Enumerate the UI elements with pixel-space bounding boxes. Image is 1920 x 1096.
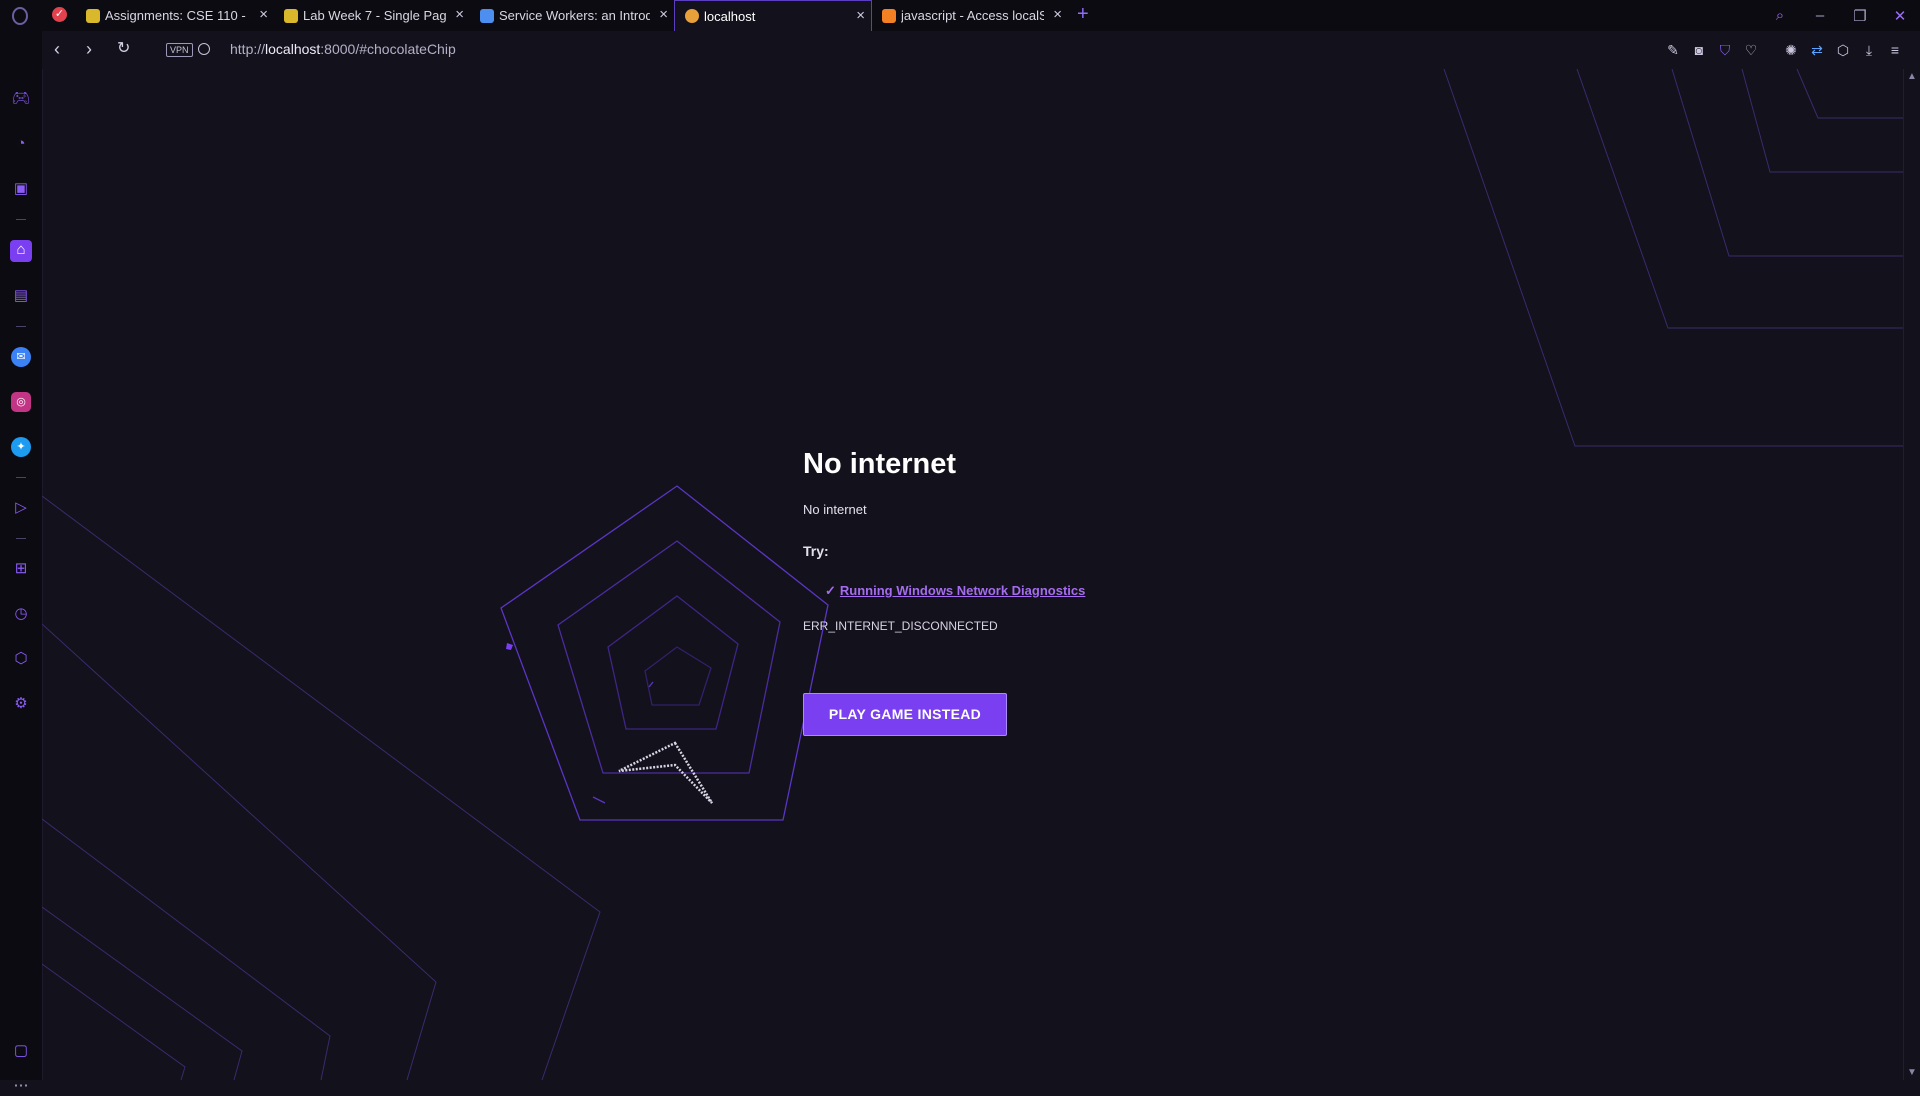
sidebar: 🎮︎ ◔ ▣ ⌂ ▤ ✉ ◎ ✦ ▷ ⊞ ◷ ⬡ ⚙ ▢ ⋯ bbox=[0, 31, 43, 1094]
tab-label: Service Workers: an Introdu bbox=[499, 8, 650, 23]
page-content: No internet No internet Try: ✓ Running Wi… bbox=[42, 69, 1904, 1080]
url-field[interactable]: http://localhost:8000/#chocolateChip bbox=[230, 41, 456, 57]
vpn-badge[interactable]: VPN bbox=[166, 43, 193, 57]
sidebar-divider bbox=[16, 219, 26, 220]
suggestion-link-label: Running Windows Network Diagnostics bbox=[839, 583, 1086, 598]
tab-service-workers[interactable]: Service Workers: an Introdu × bbox=[470, 0, 674, 31]
close-tab-icon[interactable]: × bbox=[259, 7, 268, 22]
background-decoration bbox=[42, 69, 1904, 1080]
gamepad-icon[interactable]: 🎮︎ bbox=[11, 89, 31, 109]
cookie-favicon-icon bbox=[685, 9, 699, 23]
close-tab-icon[interactable]: × bbox=[856, 8, 865, 23]
tab-search-icon[interactable]: ⌕ bbox=[1760, 7, 1800, 24]
check-mark-icon: ✓ bbox=[825, 583, 836, 598]
play-game-button[interactable]: PLAY GAME INSTEAD bbox=[803, 693, 1007, 736]
bookmark-heart-icon[interactable]: ♡ bbox=[1740, 39, 1762, 61]
tab-label: Assignments: CSE 110 - Sol bbox=[105, 8, 250, 23]
twitter-icon[interactable]: ✦ bbox=[11, 437, 31, 457]
snapshot-camera-icon[interactable]: ◙ bbox=[1688, 39, 1710, 61]
network-diagnostics-link[interactable]: ✓ Running Windows Network Diagnostics bbox=[825, 583, 1085, 599]
sidebar-divider bbox=[16, 538, 26, 539]
sidebar-divider bbox=[16, 326, 26, 327]
reload-icon[interactable]: ↻ bbox=[117, 40, 130, 58]
url-scheme: http:// bbox=[230, 41, 266, 57]
tab-label: Lab Week 7 - Single Page / bbox=[303, 8, 446, 23]
tab-bar: ✓ Assignments: CSE 110 - Sol × Lab Week … bbox=[0, 0, 1920, 32]
translate-icon[interactable]: ⇄ bbox=[1806, 39, 1828, 61]
extension-gear-icon[interactable]: ✺ bbox=[1780, 39, 1802, 61]
window-controls: ⌕ – ❐ ✕ bbox=[1760, 0, 1920, 31]
todoist-pinned-tab-icon[interactable]: ✓ bbox=[52, 7, 67, 22]
speedometer-icon[interactable]: ◔ bbox=[11, 134, 31, 154]
close-tab-icon[interactable]: × bbox=[455, 7, 464, 22]
error-subtitle: No internet bbox=[803, 502, 867, 517]
close-window-icon[interactable]: ✕ bbox=[1880, 7, 1920, 25]
stackoverflow-favicon-icon bbox=[882, 8, 896, 23]
share-icon[interactable]: ✎ bbox=[1662, 39, 1684, 61]
address-bar-actions: ✎ ◙ ⛉ ♡ ✺ ⇄ ⬡ ⤓ ≡ bbox=[1662, 39, 1906, 61]
error-code: ERR_INTERNET_DISCONNECTED bbox=[803, 619, 998, 633]
scroll-down-icon[interactable]: ▼ bbox=[1907, 1067, 1917, 1078]
more-options-icon[interactable]: ⋯ bbox=[11, 1076, 31, 1096]
close-tab-icon[interactable]: × bbox=[1053, 7, 1062, 22]
toolbar-spacer bbox=[1766, 39, 1776, 61]
tab-localhost[interactable]: localhost × bbox=[674, 0, 872, 31]
instagram-icon[interactable]: ◎ bbox=[11, 392, 31, 412]
forward-icon[interactable]: › bbox=[86, 40, 92, 58]
messenger-icon[interactable]: ✉ bbox=[11, 347, 31, 367]
canvas-favicon-icon bbox=[284, 8, 298, 23]
adblock-shield-icon[interactable]: ⛉ bbox=[1714, 39, 1736, 61]
site-info-globe-icon[interactable] bbox=[198, 43, 210, 55]
canvas-favicon-icon bbox=[86, 8, 100, 23]
restore-icon[interactable]: ❐ bbox=[1840, 7, 1880, 25]
downloads-icon[interactable]: ⤓ bbox=[1858, 39, 1880, 61]
workspaces-icon[interactable]: ⊞ bbox=[11, 559, 31, 579]
page-title: No internet bbox=[803, 448, 957, 480]
address-bar: ‹ › ↻ VPN http://localhost:8000/#chocola… bbox=[42, 31, 1920, 69]
settings-gear-icon[interactable]: ⚙ bbox=[11, 694, 31, 714]
extensions-cube-icon[interactable]: ⬡ bbox=[11, 649, 31, 669]
bag-icon[interactable]: ▣ bbox=[11, 179, 31, 199]
home-icon[interactable]: ⌂ bbox=[10, 240, 32, 262]
tab-lab-week-7[interactable]: Lab Week 7 - Single Page / × bbox=[274, 0, 470, 31]
briefcase-icon[interactable]: ▤ bbox=[11, 286, 31, 306]
sidebar-toggle-icon[interactable]: ▢ bbox=[11, 1041, 31, 1061]
page-scrollbar[interactable]: ▲ ▼ bbox=[1903, 69, 1920, 1080]
url-host: localhost bbox=[265, 41, 321, 57]
extensions-cube-icon[interactable]: ⬡ bbox=[1832, 39, 1854, 61]
back-icon[interactable]: ‹ bbox=[54, 40, 60, 58]
web-dev-favicon-icon bbox=[480, 8, 494, 23]
close-tab-icon[interactable]: × bbox=[659, 7, 668, 22]
player-icon[interactable]: ▷ bbox=[11, 498, 31, 518]
new-tab-plus-icon[interactable]: + bbox=[1077, 4, 1089, 24]
url-path: :8000/#chocolateChip bbox=[320, 41, 456, 57]
sidebar-divider bbox=[16, 477, 26, 478]
history-clock-icon[interactable]: ◷ bbox=[11, 604, 31, 624]
scroll-up-icon[interactable]: ▲ bbox=[1907, 71, 1917, 82]
try-heading: Try: bbox=[803, 543, 829, 559]
tab-label: localhost bbox=[704, 8, 756, 24]
offline-game-illustration bbox=[500, 485, 829, 821]
tab-javascript-localstorage[interactable]: javascript - Access localSto × bbox=[872, 0, 1068, 31]
opera-logo-icon[interactable] bbox=[12, 7, 28, 25]
easy-setup-menu-icon[interactable]: ≡ bbox=[1884, 39, 1906, 61]
minimize-icon[interactable]: – bbox=[1800, 7, 1840, 24]
tab-assignments[interactable]: Assignments: CSE 110 - Sol × bbox=[76, 0, 274, 31]
tab-label: javascript - Access localSto bbox=[901, 8, 1044, 23]
